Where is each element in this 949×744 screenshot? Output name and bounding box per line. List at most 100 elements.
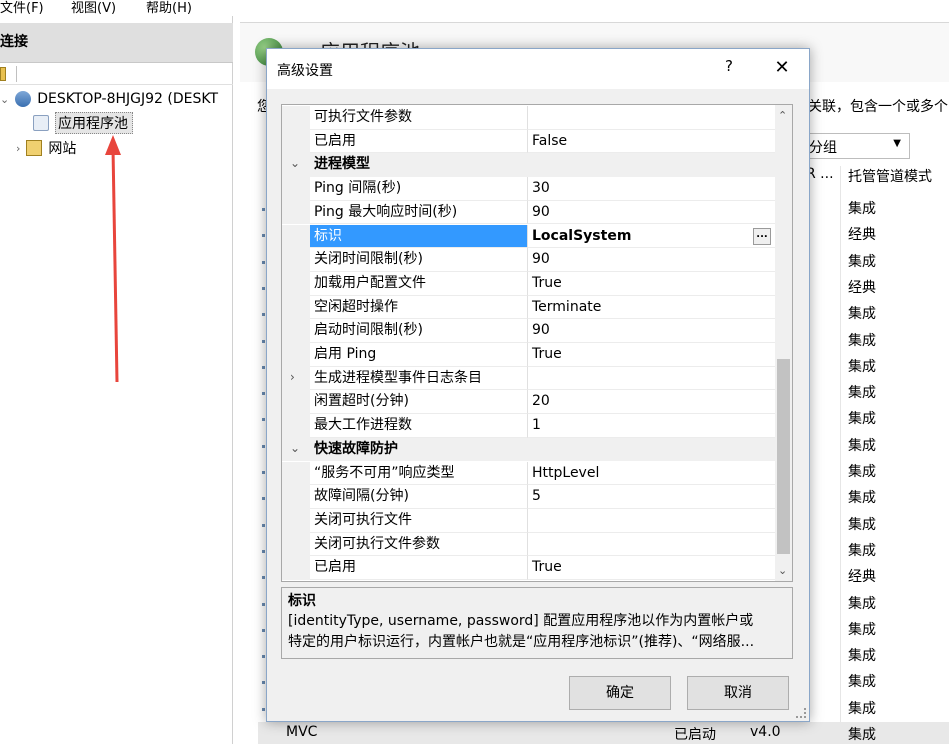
- help-button[interactable]: ?: [719, 57, 739, 79]
- property-value-text: False: [532, 132, 568, 149]
- property-name: 标识: [310, 224, 528, 249]
- property-value-text: Terminate: [532, 298, 602, 315]
- property-value[interactable]: 90: [528, 201, 775, 225]
- row-gutter: [282, 485, 310, 509]
- row-gutter: [282, 248, 310, 272]
- property-value[interactable]: HttpLevel: [528, 462, 775, 486]
- property-name: 加载用户配置文件: [310, 271, 528, 296]
- property-row[interactable]: 启用 Ping True: [282, 343, 775, 367]
- row-gutter: [282, 177, 310, 201]
- property-name: 已启用: [310, 556, 528, 580]
- property-row[interactable]: 加载用户配置文件 True: [282, 271, 775, 296]
- property-value-text: 90: [532, 322, 550, 339]
- property-value: [528, 437, 775, 462]
- row-gutter: [282, 508, 310, 533]
- property-name: 关闭可执行文件: [310, 508, 528, 533]
- property-row[interactable]: 关闭可执行文件: [282, 508, 775, 533]
- row-gutter: [282, 295, 310, 320]
- description-line-1: [identityType, username, password] 配置应用程…: [288, 613, 754, 629]
- property-value-text: 90: [532, 203, 550, 220]
- property-value-text: 5: [532, 488, 541, 505]
- dialog-title: 高级设置: [277, 63, 333, 79]
- property-value[interactable]: True: [528, 556, 775, 580]
- property-value-text: True: [532, 274, 562, 291]
- scroll-up-icon[interactable]: ⌃: [778, 109, 787, 122]
- property-name: Ping 最大响应时间(秒): [310, 200, 528, 225]
- property-row[interactable]: “服务不可用”响应类型 HttpLevel: [282, 461, 775, 486]
- property-value[interactable]: True: [528, 272, 775, 296]
- property-value[interactable]: [528, 533, 775, 557]
- property-row[interactable]: 启动时间限制(秒) 90: [282, 319, 775, 343]
- row-gutter: [282, 106, 310, 130]
- property-category[interactable]: ⌄ 进程模型: [282, 153, 775, 178]
- collapse-icon[interactable]: ⌄: [290, 156, 300, 170]
- property-row[interactable]: 最大工作进程数 1: [282, 414, 775, 438]
- property-row[interactable]: 关闭时间限制(秒) 90: [282, 248, 775, 272]
- property-row[interactable]: 空闲超时操作 Terminate: [282, 295, 775, 320]
- scroll-down-icon[interactable]: ⌄: [778, 564, 787, 577]
- description-line-2: 特定的用户标识运行，内置帐户也就是“应用程序池标识”(推荐)、“网络服...: [288, 634, 755, 650]
- property-value[interactable]: 30: [528, 177, 775, 201]
- row-gutter: [282, 461, 310, 486]
- property-value-text: True: [532, 346, 562, 362]
- property-value[interactable]: 1: [528, 414, 775, 438]
- property-name: 最大工作进程数: [310, 414, 528, 438]
- dialog-titlebar: 高级设置 ? ✕: [267, 49, 809, 89]
- property-row[interactable]: › 生成进程模型事件日志条目: [282, 366, 775, 391]
- property-name: 生成进程模型事件日志条目: [310, 366, 528, 391]
- property-row[interactable]: 闲置超时(分钟) 20: [282, 390, 775, 415]
- property-row[interactable]: 关闭可执行文件参数: [282, 532, 775, 557]
- grid-scrollbar[interactable]: ⌃ ⌄: [775, 105, 792, 581]
- collapse-icon[interactable]: ⌄: [290, 441, 300, 455]
- close-button[interactable]: ✕: [770, 57, 794, 79]
- scroll-thumb[interactable]: [777, 359, 790, 554]
- property-value-text: 90: [532, 251, 550, 268]
- ok-button[interactable]: 确定: [569, 676, 671, 710]
- description-title: 标识: [288, 593, 316, 609]
- property-value[interactable]: 90: [528, 319, 775, 343]
- property-name: 故障间隔(分钟): [310, 485, 528, 509]
- row-gutter: [282, 271, 310, 296]
- property-name: 关闭时间限制(秒): [310, 248, 528, 272]
- property-value: [528, 153, 775, 178]
- resize-grip-icon[interactable]: [796, 708, 806, 718]
- row-gutter: [282, 532, 310, 557]
- property-value-text: 20: [532, 393, 550, 410]
- property-name: 启动时间限制(秒): [310, 319, 528, 343]
- property-value[interactable]: 5: [528, 485, 775, 509]
- property-value[interactable]: 20: [528, 390, 775, 415]
- property-row[interactable]: 已启用 True: [282, 556, 775, 580]
- property-row[interactable]: Ping 间隔(秒) 30: [282, 177, 775, 201]
- property-name: 进程模型: [310, 153, 528, 178]
- property-value[interactable]: 90: [528, 248, 775, 272]
- property-value[interactable]: [528, 106, 775, 130]
- property-value[interactable]: [528, 367, 775, 391]
- property-name: 关闭可执行文件参数: [310, 532, 528, 557]
- property-row[interactable]: 故障间隔(分钟) 5: [282, 485, 775, 509]
- property-value-text: 30: [532, 180, 550, 197]
- property-value[interactable]: LocalSystem...: [528, 225, 775, 249]
- property-value-text: HttpLevel: [532, 464, 600, 481]
- property-value[interactable]: [528, 509, 775, 533]
- property-value[interactable]: False: [528, 130, 775, 154]
- property-grid: 可执行文件参数 已启用 False ⌄ 进程模型 Ping 间隔(秒) 30 Ping 最大响…: [281, 104, 793, 582]
- cancel-button[interactable]: 取消: [687, 676, 789, 710]
- row-gutter: [282, 129, 310, 154]
- property-row[interactable]: 已启用 False: [282, 129, 775, 154]
- property-value-text: True: [532, 559, 562, 576]
- property-value[interactable]: Terminate: [528, 296, 775, 320]
- row-gutter: [282, 224, 310, 249]
- row-gutter: ⌄: [282, 437, 310, 462]
- row-gutter: [282, 556, 310, 580]
- property-row[interactable]: Ping 最大响应时间(秒) 90: [282, 200, 775, 225]
- description-panel: 标识 [identityType, username, password] 配置…: [281, 587, 793, 659]
- row-gutter: ›: [282, 366, 310, 391]
- expand-icon[interactable]: ›: [290, 370, 295, 384]
- property-category[interactable]: ⌄ 快速故障防护: [282, 437, 775, 462]
- ellipsis-button[interactable]: ...: [753, 227, 771, 245]
- property-name: “服务不可用”响应类型: [310, 461, 528, 486]
- property-row[interactable]: 标识 LocalSystem...: [282, 224, 775, 249]
- property-value[interactable]: True: [528, 343, 775, 367]
- row-gutter: [282, 200, 310, 225]
- property-row[interactable]: 可执行文件参数: [282, 106, 775, 130]
